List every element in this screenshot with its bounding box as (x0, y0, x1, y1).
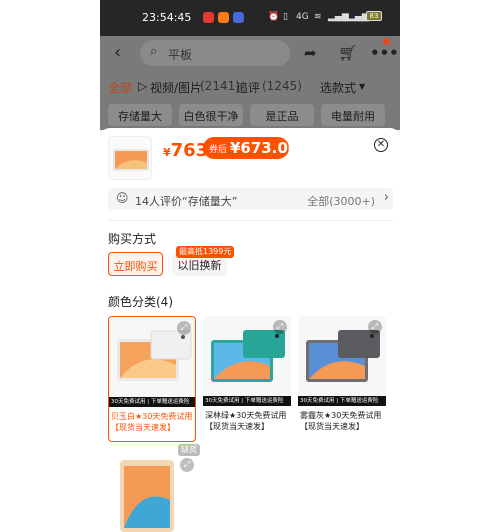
out-of-stock-badge: 缺货 (178, 444, 200, 456)
search-icon: ⌕ (150, 44, 158, 59)
divider (108, 220, 393, 221)
chip-genuine[interactable]: 是正品 (250, 104, 314, 126)
app-icon (233, 12, 244, 23)
alarm-icon: ⏰ (268, 12, 280, 22)
color-label: 雾霾灰★30天免费试用【现货当天速发】 (300, 411, 382, 431)
price: ¥763 (163, 140, 209, 161)
chip-battery[interactable]: 电量耐用 (321, 104, 385, 126)
expand-icon[interactable]: ⤢ (177, 321, 191, 335)
close-icon[interactable]: ✕ (374, 138, 388, 152)
promo-strip: 30天免费试用 | 下单赠送运费险 (298, 396, 386, 406)
promo-strip: 30天免费试用 | 下单赠送运费险 (203, 396, 291, 406)
color-label: 贝玉白★30天免费试用【现货当天速发】 (111, 412, 193, 432)
comment-icon: ☺ (116, 191, 129, 205)
purchase-method-title: 购买方式 (108, 232, 157, 246)
tab-style[interactable]: 选款式 (320, 79, 356, 96)
color-section-title: 颜色分类(4) (108, 295, 173, 309)
share-icon[interactable]: ➦ (304, 44, 317, 62)
tab-followup[interactable]: 追评 (236, 79, 260, 96)
app-icon (218, 12, 229, 23)
status-bar: 23:54:45 ⏰ ▯ 4G ≋ ▂▄▆ ▂▄▆ 83 (100, 0, 400, 36)
color-option-white[interactable]: ⤢ 30天免费试用 | 下单赠送运费险 贝玉白★30天免费试用【现货当天速发】 (108, 316, 196, 442)
promo-strip: 30天免费试用 | 下单赠送运费险 (109, 397, 195, 407)
notification-dot (383, 38, 390, 45)
color-option-green[interactable]: ⤢ 30天免费试用 | 下单赠送运费险 深林绿★30天免费试用【现货当天速发】 (203, 316, 291, 442)
expand-icon[interactable]: ⤢ (368, 320, 382, 334)
search-placeholder: 平板 (168, 48, 193, 62)
search-input[interactable]: ⌕ 平板 (140, 40, 290, 66)
trade-in-badge: 最高抵1399元 (176, 246, 235, 258)
cart-icon[interactable]: 🛒︎ (338, 44, 357, 62)
filter-tabs: 全部 ▷ 视频/图片 (2141) 追评 (1245) 选款式 ▼ (100, 72, 400, 100)
tab-all[interactable]: 全部 (108, 79, 132, 96)
signal-icon: ▂▄▆ (328, 12, 349, 22)
color-option-gray[interactable]: ⤢ 30天免费试用 | 下单赠送运费险 雾霾灰★30天免费试用【现货当天速发】 (298, 316, 386, 442)
coupon-price-badge: 券后 ¥673.00 (203, 137, 298, 159)
more-icon[interactable]: ••• (370, 44, 399, 62)
expand-icon[interactable]: ⤢ (180, 458, 194, 472)
coupon-price: ¥673.00 (230, 139, 299, 157)
expand-icon[interactable]: ⤢ (273, 320, 287, 334)
top-nav: ‹ ⌕ 平板 ➦ 🛒︎ ••• (100, 36, 400, 72)
sku-sheet: ¥763 券后 ¥673.00 ✕ ☺ 14人评价“存储量大” 全部(3000+… (100, 128, 400, 532)
color-label: 深林绿★30天免费试用【现货当天速发】 (205, 411, 287, 431)
review-all: 全部(3000+) (307, 195, 375, 208)
battery-icon: 83 (366, 11, 382, 21)
chip-white[interactable]: 白色很干净 (179, 104, 243, 126)
buy-now-button[interactable]: 立即购买 (108, 252, 163, 276)
coupon-tag: 券后 (209, 145, 228, 155)
tab-video-count: (2141) (200, 79, 240, 93)
status-time: 23:54:45 (142, 11, 192, 24)
review-summary[interactable]: ☺ 14人评价“存储量大” 全部(3000+) › (108, 188, 393, 210)
notification-icon (203, 12, 214, 23)
product-thumbnail[interactable] (108, 136, 152, 180)
review-chips: 存储量大 白色很干净 是正品 电量耐用 (100, 100, 400, 130)
vibrate-icon: ▯ (283, 12, 288, 22)
network-icon: 4G (296, 12, 309, 22)
wifi-icon: ≋ (314, 12, 322, 22)
tab-followup-count: (1245) (262, 79, 302, 93)
review-text: 14人评价“存储量大” (135, 195, 238, 208)
chevron-right-icon: › (383, 190, 389, 205)
phone-screen: 23:54:45 ⏰ ▯ 4G ≋ ▂▄▆ ▂▄▆ 83 ‹ ⌕ 平板 ➦ 🛒︎… (100, 0, 400, 532)
dropdown-icon: ▼ (359, 82, 366, 91)
play-icon: ▷ (138, 79, 148, 93)
chip-storage[interactable]: 存储量大 (108, 104, 172, 126)
back-icon[interactable]: ‹ (114, 42, 121, 63)
tab-video[interactable]: 视频/图片 (150, 79, 202, 96)
